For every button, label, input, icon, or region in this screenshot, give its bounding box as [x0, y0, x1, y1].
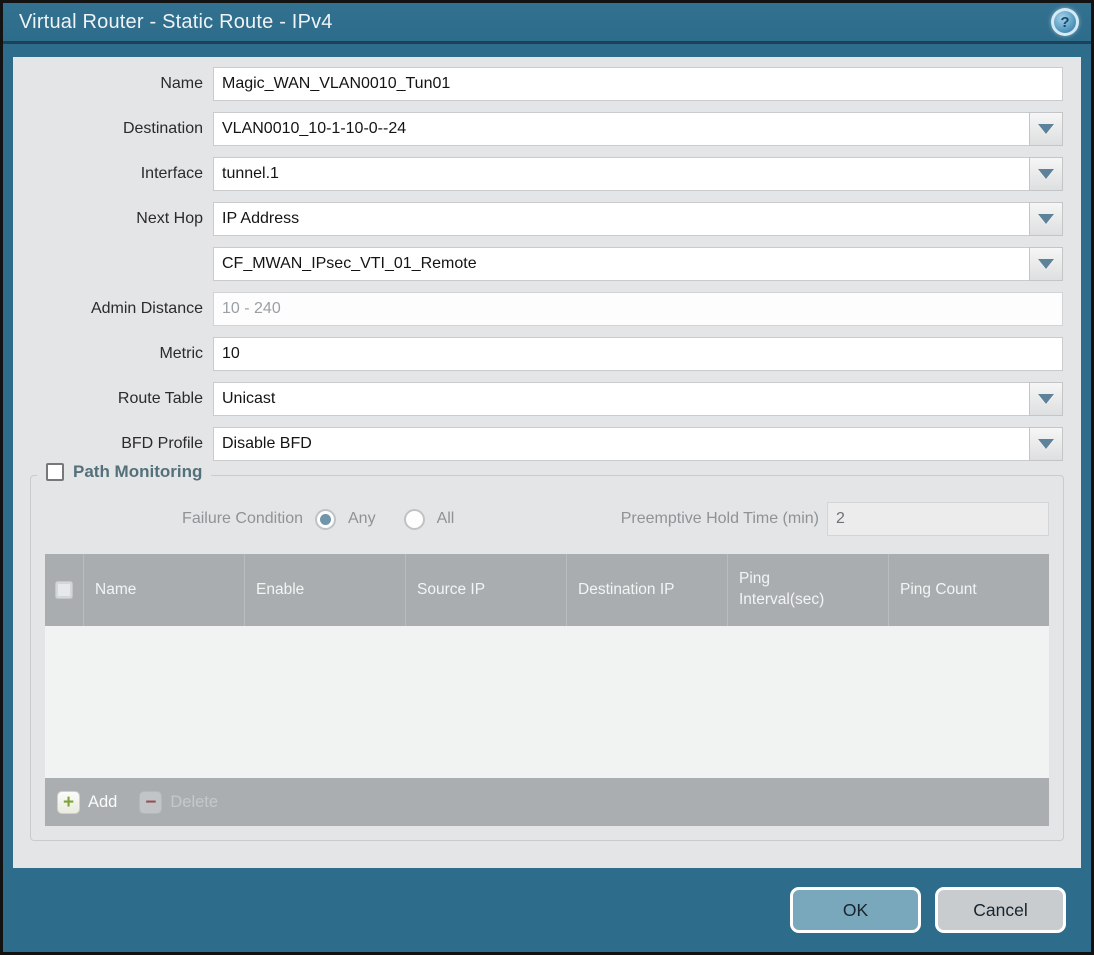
column-header-enable[interactable]: Enable [244, 554, 405, 626]
radio-any-icon[interactable] [315, 508, 336, 530]
chevron-down-icon [1038, 169, 1054, 179]
failure-condition-row: Failure Condition Any All Preemptive Hol… [45, 502, 1049, 536]
metric-input[interactable] [213, 337, 1063, 371]
column-header-name[interactable]: Name [83, 554, 244, 626]
chevron-down-icon [1038, 439, 1054, 449]
form-row-next-hop: Next Hop [13, 202, 1081, 236]
radio-option-any[interactable]: Any [315, 508, 376, 530]
bfd-profile-label: BFD Profile [121, 435, 203, 452]
route-table-input[interactable] [213, 382, 1030, 416]
next-hop-type-input[interactable] [213, 202, 1030, 236]
ok-button[interactable]: OK [790, 887, 921, 933]
radio-option-all[interactable]: All [403, 508, 455, 530]
path-monitoring-table: Name Enable Source IP Destination IP Pin… [45, 554, 1049, 826]
path-monitoring-checkbox[interactable] [46, 463, 64, 481]
name-input[interactable] [213, 67, 1063, 101]
next-hop-type-dropdown-button[interactable] [1029, 202, 1063, 236]
path-monitoring-group: Path Monitoring Failure Condition Any Al… [30, 462, 1064, 841]
column-header-ping-interval[interactable]: Ping Interval(sec) [727, 554, 888, 626]
radio-any-label: Any [348, 510, 376, 527]
path-monitoring-title: Path Monitoring [73, 462, 203, 481]
header-checkbox-cell [45, 554, 83, 626]
route-table-dropdown-button[interactable] [1029, 382, 1063, 416]
delete-button[interactable]: − Delete [139, 790, 219, 814]
help-glyph: ? [1060, 13, 1070, 31]
help-icon[interactable]: ? [1051, 8, 1079, 36]
destination-dropdown-button[interactable] [1029, 112, 1063, 146]
preemptive-hold-time-input[interactable] [827, 502, 1049, 536]
form-row-admin-distance: Admin Distance [13, 292, 1081, 326]
form-row-bfd-profile: BFD Profile [13, 427, 1081, 461]
chevron-down-icon [1038, 394, 1054, 404]
dialog-footer: OK Cancel [3, 868, 1091, 952]
dialog-title: Virtual Router - Static Route - IPv4 [19, 10, 333, 33]
destination-label: Destination [122, 120, 203, 137]
form-row-metric: Metric [13, 337, 1081, 371]
next-hop-address-dropdown-button[interactable] [1029, 247, 1063, 281]
plus-icon: + [57, 790, 80, 814]
add-button[interactable]: + Add [57, 790, 118, 814]
form-row-name: Name [13, 67, 1081, 101]
metric-label: Metric [159, 345, 203, 362]
form-row-destination: Destination [13, 112, 1081, 146]
failure-condition-radio-group: Any All [315, 508, 455, 530]
next-hop-address-input[interactable] [213, 247, 1030, 281]
name-label: Name [160, 75, 203, 92]
interface-label: Interface [140, 165, 203, 182]
interface-dropdown-button[interactable] [1029, 157, 1063, 191]
destination-input[interactable] [213, 112, 1030, 146]
cancel-button[interactable]: Cancel [935, 887, 1066, 933]
route-table-label: Route Table [117, 390, 203, 407]
radio-all-label: All [436, 510, 455, 527]
preemptive-hold-time-label: Preemptive Hold Time (min) [620, 510, 819, 527]
delete-button-label: Delete [170, 792, 219, 811]
chevron-down-icon [1038, 214, 1054, 224]
column-header-destination-ip[interactable]: Destination IP [566, 554, 727, 626]
admin-distance-label: Admin Distance [90, 300, 203, 317]
chevron-down-icon [1038, 259, 1054, 269]
table-header: Name Enable Source IP Destination IP Pin… [45, 554, 1049, 626]
interface-input[interactable] [213, 157, 1030, 191]
failure-condition-label: Failure Condition [182, 510, 303, 527]
form-row-route-table: Route Table [13, 382, 1081, 416]
table-body-empty [45, 626, 1049, 778]
table-toolbar: + Add − Delete [45, 778, 1049, 826]
path-monitoring-legend: Path Monitoring [37, 462, 212, 482]
dialog-body: Name Destination Interface [13, 57, 1081, 868]
next-hop-label: Next Hop [136, 210, 203, 227]
admin-distance-input[interactable] [213, 292, 1063, 326]
bfd-profile-input[interactable] [213, 427, 1030, 461]
form-row-next-hop-address [13, 247, 1081, 281]
minus-icon: − [139, 790, 163, 814]
title-bar: Virtual Router - Static Route - IPv4 ? [3, 3, 1091, 44]
radio-all-icon[interactable] [403, 508, 425, 530]
static-route-dialog: Virtual Router - Static Route - IPv4 ? N… [0, 0, 1094, 955]
add-button-label: Add [88, 792, 118, 811]
bfd-profile-dropdown-button[interactable] [1029, 427, 1063, 461]
form-row-interface: Interface [13, 157, 1081, 191]
select-all-checkbox[interactable] [55, 581, 73, 599]
chevron-down-icon [1038, 124, 1054, 134]
column-header-source-ip[interactable]: Source IP [405, 554, 566, 626]
column-header-ping-count[interactable]: Ping Count [888, 554, 1049, 626]
